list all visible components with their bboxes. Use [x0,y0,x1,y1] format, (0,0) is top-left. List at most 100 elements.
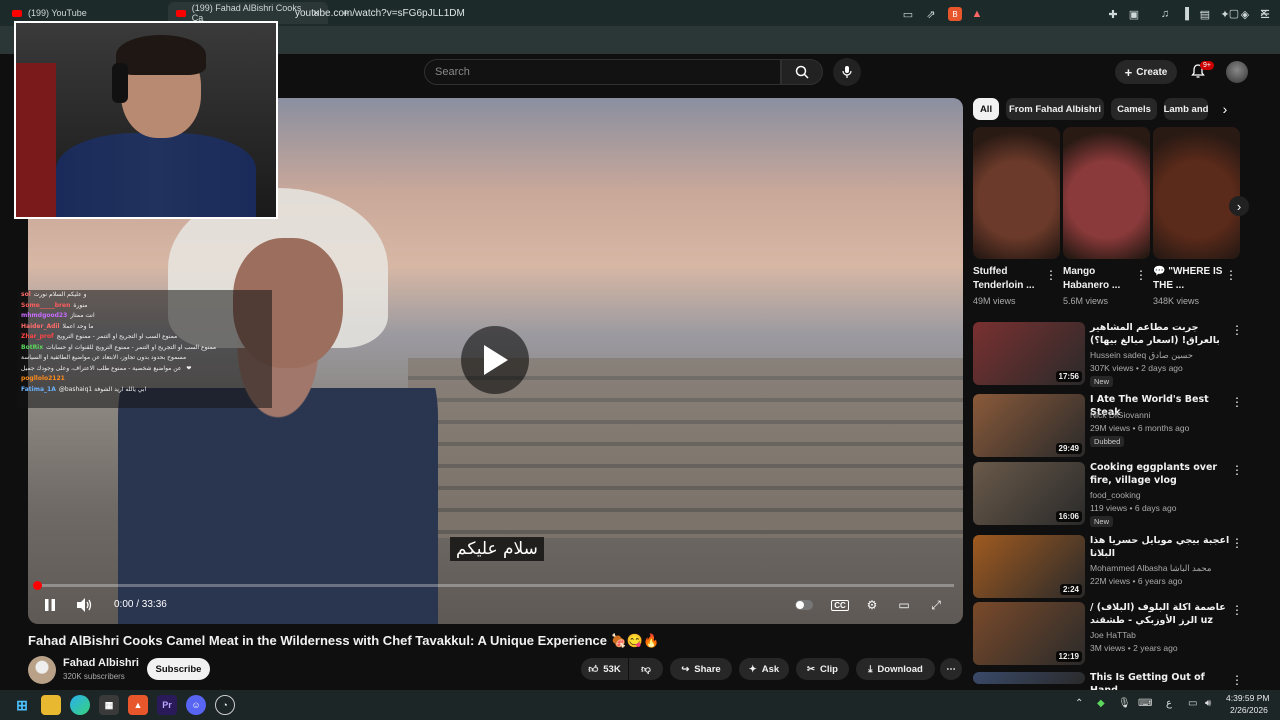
create-button[interactable]: + Create [1115,60,1177,84]
more-vertical-icon[interactable]: ⋮ [1231,395,1243,409]
chat-message: Haider_Adil ما وحد اعملا [21,322,272,333]
channel-name[interactable]: Hussein sadeq حسين صادق [1090,350,1193,361]
premiere-icon[interactable]: Pr [157,695,177,715]
tray-keyboard-icon[interactable]: ⌨ [1138,698,1152,709]
fullscreen-button[interactable]: ⤢ [926,596,946,614]
cast-icon[interactable]: ▭ [901,7,915,21]
network-icon[interactable]: ▭ [1188,698,1197,709]
video-thumbnail[interactable] [973,672,1085,684]
extensions-icon[interactable]: ✚ [1106,7,1120,21]
pause-button[interactable] [40,596,60,614]
clip-button[interactable]: ✂ Clip [796,658,849,680]
clock-date[interactable]: 2/26/2026 [1230,705,1268,715]
music-icon[interactable]: ♫ [1158,7,1172,21]
tray-mic-icon[interactable]: 🎙︎ [1118,698,1131,709]
theater-mode-button[interactable]: ▭ [894,596,914,614]
more-vertical-icon[interactable]: ⋮ [1231,603,1243,617]
channel-name[interactable]: Joe HaTTab [1090,630,1136,640]
tray-chevron-icon[interactable]: ⌃ [1075,698,1083,709]
subscribe-button[interactable]: Subscribe [147,658,210,680]
progress-scrubber[interactable] [33,581,42,590]
more-actions-button[interactable]: ⋯ [940,658,962,680]
channel-name[interactable]: Fahad Albishri [63,657,139,669]
windows-start-icon[interactable]: ⊞ [12,695,32,715]
ask-button[interactable]: ✦ Ask [739,658,789,680]
short-thumbnail[interactable] [1153,127,1240,259]
vpn-icon[interactable]: ◈ [1238,7,1252,21]
big-play-button[interactable] [461,326,529,394]
shorts-next-button[interactable]: › [1229,196,1249,216]
chip-camels[interactable]: Camels [1111,98,1157,120]
account-avatar[interactable] [1226,61,1248,83]
url-field[interactable]: youtube.com/watch?v=sFG6pJLL1DM [295,8,465,19]
tray-app-icon[interactable]: ◆ [1097,698,1105,709]
progress-bar[interactable] [36,584,954,587]
video-title[interactable]: Cooking eggplants over fire, village vlo… [1090,462,1230,487]
speaker-icon[interactable]: 🔊︎ [1205,698,1211,709]
captions-button[interactable]: CC [830,596,850,614]
chat-text: ما وحد اعملا [62,322,94,330]
share-button[interactable]: ↪ Share [670,658,732,680]
video-meta: 307K views • 2 days ago [1090,363,1183,373]
video-title[interactable]: جربت مطاعم المشاهير بالعراق! (اسعار مبال… [1090,322,1230,347]
brave-shield-icon[interactable]: B [948,7,962,21]
store-icon[interactable]: ▦ [99,695,119,715]
video-title[interactable]: اعجبة بيجي موبايل حسريا هذا البلانا [1090,535,1230,560]
video-badge: New [1090,376,1114,387]
settings-button[interactable]: ⚙ [862,596,882,614]
video-title[interactable]: عاصمة اكلة البلوف (البلاف) / الرز الأوزب… [1090,602,1230,627]
video-thumbnail[interactable]: 17:56 [973,322,1085,385]
play-icon [484,345,508,375]
more-vertical-icon[interactable]: ⋮ [1135,268,1147,282]
short-title[interactable]: Mango Habanero ... [1063,265,1133,293]
video-thumbnail[interactable]: 29:49 [973,394,1085,457]
channel-avatar[interactable] [28,656,56,684]
search-input[interactable]: Search [424,59,781,85]
discord-icon[interactable]: ☺ [186,695,206,715]
channel-name[interactable]: food_cooking [1090,490,1141,500]
chevron-right-icon[interactable]: › [1216,101,1234,117]
volume-button[interactable] [75,596,95,614]
autoplay-toggle[interactable] [794,596,814,614]
rewards-icon[interactable]: ▲ [970,7,984,21]
brave-icon[interactable]: ▲ [128,695,148,715]
channel-name[interactable]: Nick DiGiovanni [1090,410,1150,420]
sidebar-icon[interactable]: ▣ [1127,7,1141,21]
chip-from-channel[interactable]: From Fahad Albishri [1006,98,1104,120]
file-explorer-icon[interactable] [41,695,61,715]
chip-all[interactable]: All [973,98,999,120]
share-icon[interactable]: ⇗ [924,7,938,21]
leo-icon[interactable]: ✦ [1218,7,1232,21]
more-vertical-icon[interactable]: ⋮ [1231,673,1243,687]
short-title[interactable]: Stuffed Tenderloin ... [973,265,1043,293]
short-thumbnail[interactable] [1063,127,1150,259]
more-vertical-icon[interactable]: ⋮ [1231,463,1243,477]
video-thumbnail[interactable]: 12:19 [973,602,1085,665]
wallet-icon[interactable]: ▤ [1198,7,1212,21]
short-thumbnail[interactable] [973,127,1060,259]
clock-time[interactable]: 4:39:59 PM [1226,693,1269,703]
more-vertical-icon[interactable]: ⋮ [1045,268,1057,282]
more-vertical-icon[interactable]: ⋮ [1225,268,1237,282]
more-vertical-icon[interactable]: ⋮ [1231,536,1243,550]
menu-icon[interactable]: ☰ [1258,7,1272,21]
edge-icon[interactable] [70,695,90,715]
video-thumbnail[interactable]: 2:24 [973,535,1085,598]
input-language[interactable]: ع [1166,698,1172,709]
panel-icon[interactable]: ▐ [1178,7,1192,21]
dislike-button[interactable]: 👎︎ [629,658,663,680]
video-thumbnail[interactable]: 16:06 [973,462,1085,525]
create-label: Create [1136,66,1168,78]
microphone-icon [842,66,852,78]
chat-message: Zhar_prof ممنوع السب او التجريح او التنمر… [21,332,272,343]
channel-name[interactable]: Mohammed Albasha محمد الباشا [1090,563,1211,574]
more-vertical-icon[interactable]: ⋮ [1231,323,1243,337]
voice-search-button[interactable] [833,58,861,86]
obs-icon[interactable]: ◔ [215,695,235,715]
chat-text: ممنوع السب او التجريح او التنمر - ممنوع … [56,333,178,340]
download-button[interactable]: ⤓ Download [856,658,935,680]
search-button[interactable] [781,59,823,85]
chip-lamb[interactable]: Lamb and [1164,98,1208,120]
short-title[interactable]: 💬 "WHERE IS THE ... [1153,265,1223,293]
like-button[interactable]: 👍︎ 53K [581,658,628,680]
